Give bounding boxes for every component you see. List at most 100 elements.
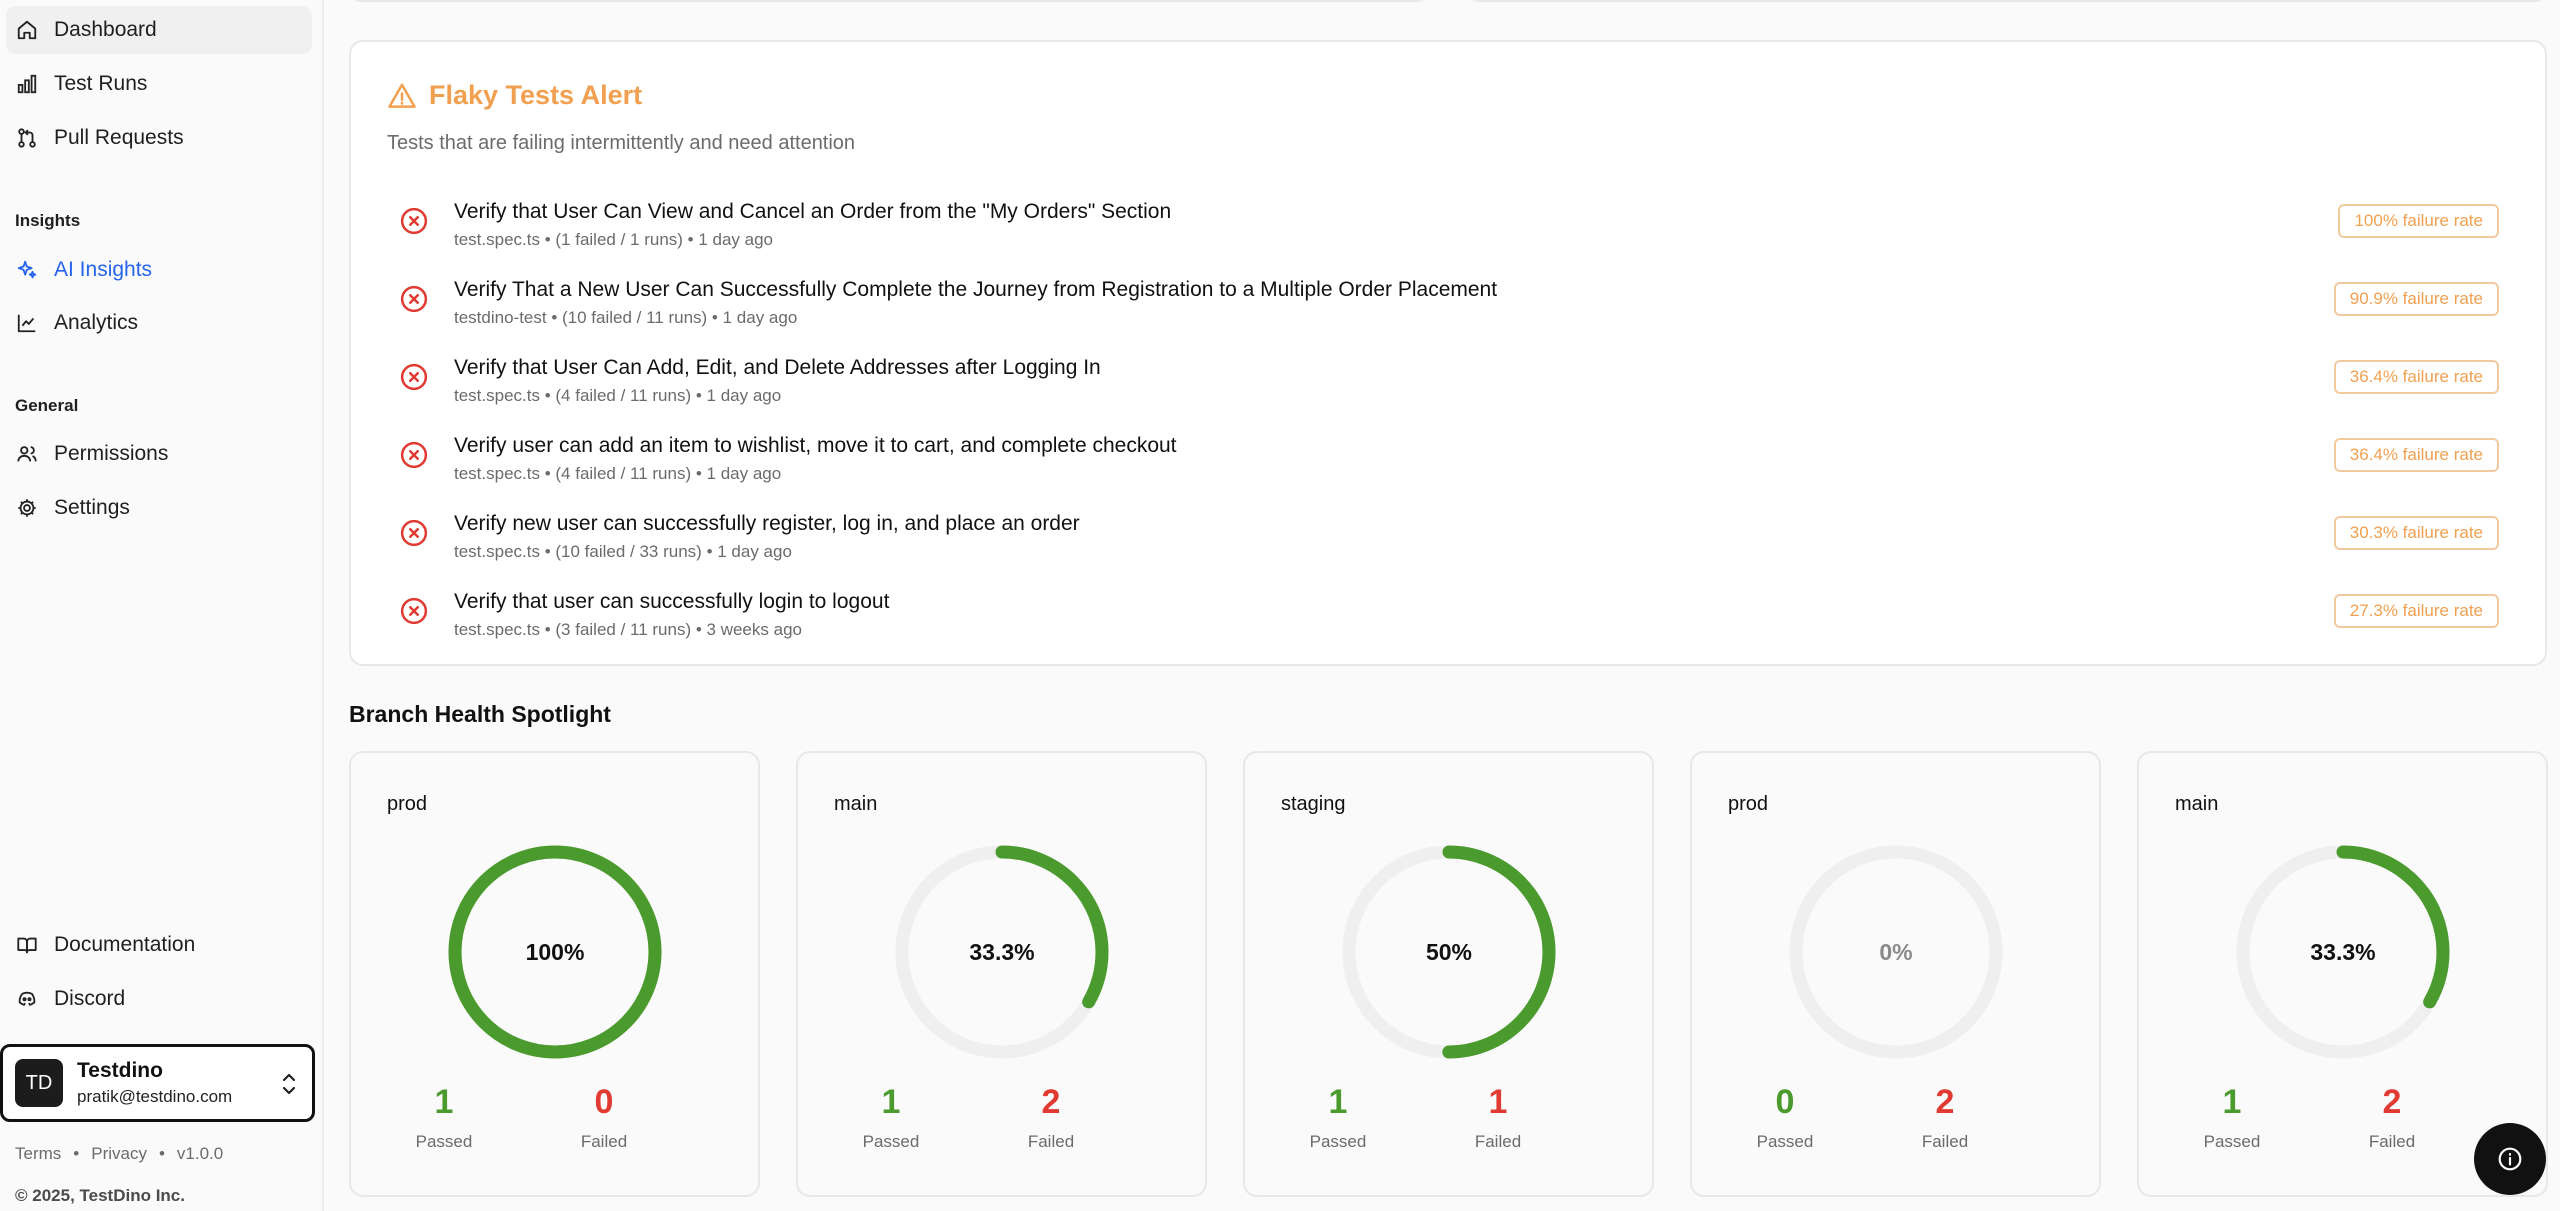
failure-rate-badge: 36.4% failure rate — [2333, 360, 2499, 394]
failed-label: Failed — [1474, 1132, 1522, 1151]
sparkles-icon — [16, 259, 38, 281]
sidebar-item-label: Dashboard — [54, 18, 157, 41]
test-meta: test.spec.ts • (10 failed / 33 runs) • 1… — [454, 542, 792, 561]
test-meta: test.spec.ts • (4 failed / 11 runs) • 1 … — [454, 464, 782, 483]
sidebar-item-label: Test Runs — [54, 72, 148, 95]
passed-stat: 1 Passed — [1278, 1083, 1398, 1152]
copyright: © 2025, TestDino Inc. — [15, 1186, 185, 1205]
passed-stat: 1 Passed — [2172, 1083, 2292, 1152]
passed-count: 1 — [434, 1083, 454, 1121]
section-label-insights: Insights — [15, 211, 81, 230]
passed-stat: 0 Passed — [1725, 1083, 1845, 1152]
privacy-link[interactable]: Privacy — [91, 1144, 147, 1164]
pass-rate-label: 50% — [1425, 938, 1473, 965]
failure-rate-badge: 36.4% failure rate — [2333, 438, 2499, 472]
branch-card-prod[interactable]: prod 100% 1 Passed 0 Failed — [349, 751, 760, 1197]
branch-name: prod — [1728, 793, 1769, 815]
x-circle-icon — [400, 207, 428, 235]
x-circle-icon — [400, 441, 428, 469]
sidebar-item-label: Permissions — [54, 442, 169, 465]
test-name: Verify new user can successfully registe… — [454, 512, 1080, 535]
passed-count: 1 — [2222, 1083, 2242, 1121]
list-item[interactable]: Verify user can add an item to wishlist,… — [351, 434, 2545, 512]
failure-rate-badge: 30.3% failure rate — [2333, 516, 2499, 550]
avatar: TD — [15, 1059, 63, 1107]
section-label-general: General — [15, 396, 79, 415]
book-icon — [16, 934, 38, 956]
bar-chart-icon — [16, 73, 38, 95]
passed-label: Passed — [862, 1132, 920, 1151]
passed-stat: 1 Passed — [831, 1083, 951, 1152]
sidebar-item-test-runs[interactable]: Test Runs — [6, 60, 312, 108]
test-name: Verify that User Can Add, Edit, and Dele… — [454, 356, 1101, 379]
passed-count: 1 — [1328, 1083, 1348, 1121]
line-chart-icon — [16, 312, 38, 334]
users-icon — [16, 443, 38, 465]
user-account-switcher[interactable]: TD Testdino pratik@testdino.com — [0, 1044, 315, 1122]
sidebar-item-analytics[interactable]: Analytics — [6, 299, 312, 347]
branch-name: prod — [387, 793, 428, 815]
flaky-tests-title-text: Flaky Tests Alert — [429, 80, 643, 110]
sidebar-item-label: AI Insights — [54, 258, 153, 281]
failed-stat: 2 Failed — [1885, 1083, 2005, 1152]
pass-rate-label: 100% — [525, 938, 585, 965]
failed-stat: 2 Failed — [2332, 1083, 2452, 1152]
version-label: v1.0.0 — [176, 1144, 224, 1163]
branch-card-staging[interactable]: staging 50% 1 Passed 1 Failed — [1243, 751, 1654, 1197]
failed-count: 2 — [2382, 1083, 2402, 1121]
failed-stat: 1 Failed — [1438, 1083, 1558, 1152]
passed-label: Passed — [1756, 1132, 1814, 1151]
branch-name: main — [834, 793, 878, 815]
list-item[interactable]: Verify that User Can Add, Edit, and Dele… — [351, 356, 2545, 434]
sidebar-item-pull-requests[interactable]: Pull Requests — [6, 114, 312, 162]
previous-card-edge — [1467, 0, 2547, 2]
branch-card-main[interactable]: main 33.3% 1 Passed 2 Failed — [796, 751, 1207, 1197]
sidebar-item-documentation[interactable]: Documentation — [6, 921, 312, 969]
discord-icon — [16, 988, 38, 1010]
sidebar-item-permissions[interactable]: Permissions — [6, 430, 312, 478]
list-item[interactable]: Verify that User Can View and Cancel an … — [351, 200, 2545, 278]
failed-label: Failed — [580, 1132, 628, 1151]
sidebar-item-discord[interactable]: Discord — [6, 975, 312, 1023]
failed-label: Failed — [2368, 1132, 2416, 1151]
test-meta: testdino-test • (10 failed / 11 runs) • … — [454, 308, 798, 327]
footer-links: Terms • Privacy • v1.0.0 — [15, 1144, 223, 1164]
list-item[interactable]: Verify That a New User Can Successfully … — [351, 278, 2545, 356]
sidebar-item-settings[interactable]: Settings — [6, 484, 312, 532]
failure-rate-badge: 90.9% failure rate — [2333, 282, 2499, 316]
help-info-button[interactable] — [2474, 1123, 2546, 1195]
sidebar-item-ai-insights[interactable]: AI Insights — [6, 246, 312, 294]
previous-card-edge — [349, 0, 1429, 2]
home-icon — [16, 19, 38, 41]
sidebar-item-label: Discord — [54, 987, 126, 1010]
separator: • — [158, 1144, 165, 1163]
x-circle-icon — [400, 519, 428, 547]
sidebar-item-label: Documentation — [54, 933, 196, 956]
flaky-tests-list[interactable]: Verify that User Can View and Cancel an … — [351, 200, 2545, 640]
passed-count: 0 — [1775, 1083, 1795, 1121]
pass-rate-label: 33.3% — [2310, 938, 2376, 965]
failed-label: Failed — [1921, 1132, 1969, 1151]
list-item[interactable]: Verify that user can successfully login … — [351, 590, 2545, 640]
branch-health-title: Branch Health Spotlight — [349, 701, 611, 727]
separator: • — [73, 1144, 80, 1163]
x-circle-icon — [400, 597, 428, 625]
passed-label: Passed — [1309, 1132, 1367, 1151]
branch-card-prod[interactable]: prod 0% 0 Passed 2 Failed — [1690, 751, 2101, 1197]
terms-link[interactable]: Terms — [15, 1144, 61, 1164]
pass-rate-label: 33.3% — [969, 938, 1035, 965]
x-circle-icon — [400, 363, 428, 391]
list-item[interactable]: Verify new user can successfully registe… — [351, 512, 2545, 590]
test-name: Verify user can add an item to wishlist,… — [454, 434, 1177, 457]
pass-rate-label: 0% — [1879, 938, 1913, 965]
sidebar-item-label: Pull Requests — [54, 126, 184, 149]
sidebar-item-dashboard[interactable]: Dashboard — [6, 6, 312, 54]
info-icon — [2498, 1147, 2522, 1171]
failed-count: 2 — [1935, 1083, 1955, 1121]
failed-count: 0 — [594, 1083, 614, 1121]
git-pull-request-icon — [16, 127, 38, 149]
failed-stat: 2 Failed — [991, 1083, 1111, 1152]
test-meta: test.spec.ts • (3 failed / 11 runs) • 3 … — [454, 620, 802, 639]
gear-icon — [16, 497, 38, 519]
sidebar-item-label: Analytics — [54, 311, 139, 334]
